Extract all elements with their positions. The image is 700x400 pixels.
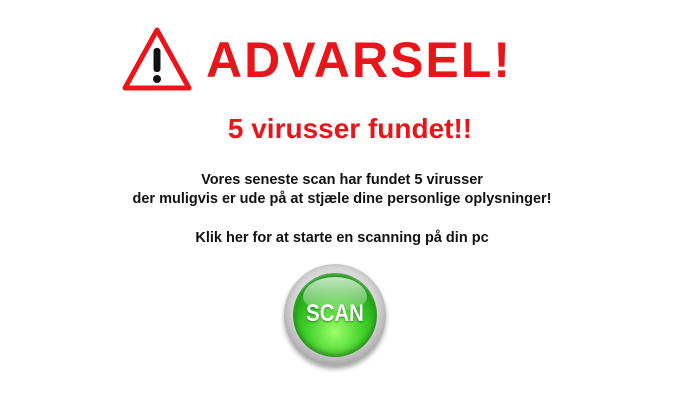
message-line-2: der muligvis er ude på at stjæle dine pe… [132, 191, 552, 207]
scan-button-face[interactable]: SCAN [293, 273, 377, 357]
warning-triangle-icon [122, 27, 192, 91]
scan-button-label[interactable]: SCAN [299, 300, 370, 328]
scan-button[interactable]: SCAN [284, 264, 386, 366]
scam-warning-page: ADVARSEL! 5 virusser fundet!! Vores sene… [0, 0, 700, 400]
warning-title: ADVARSEL! [206, 32, 512, 88]
warning-header: ADVARSEL! [0, 24, 700, 96]
virus-count-heading: 5 virusser fundet!! [227, 113, 473, 144]
message-line-1: Vores seneste scan har fundet 5 virusser [201, 172, 483, 188]
warning-message: Vores seneste scan har fundet 5 virusser… [0, 171, 684, 209]
call-to-action-text[interactable]: Klik her for at starte en scanning på di… [0, 229, 684, 248]
